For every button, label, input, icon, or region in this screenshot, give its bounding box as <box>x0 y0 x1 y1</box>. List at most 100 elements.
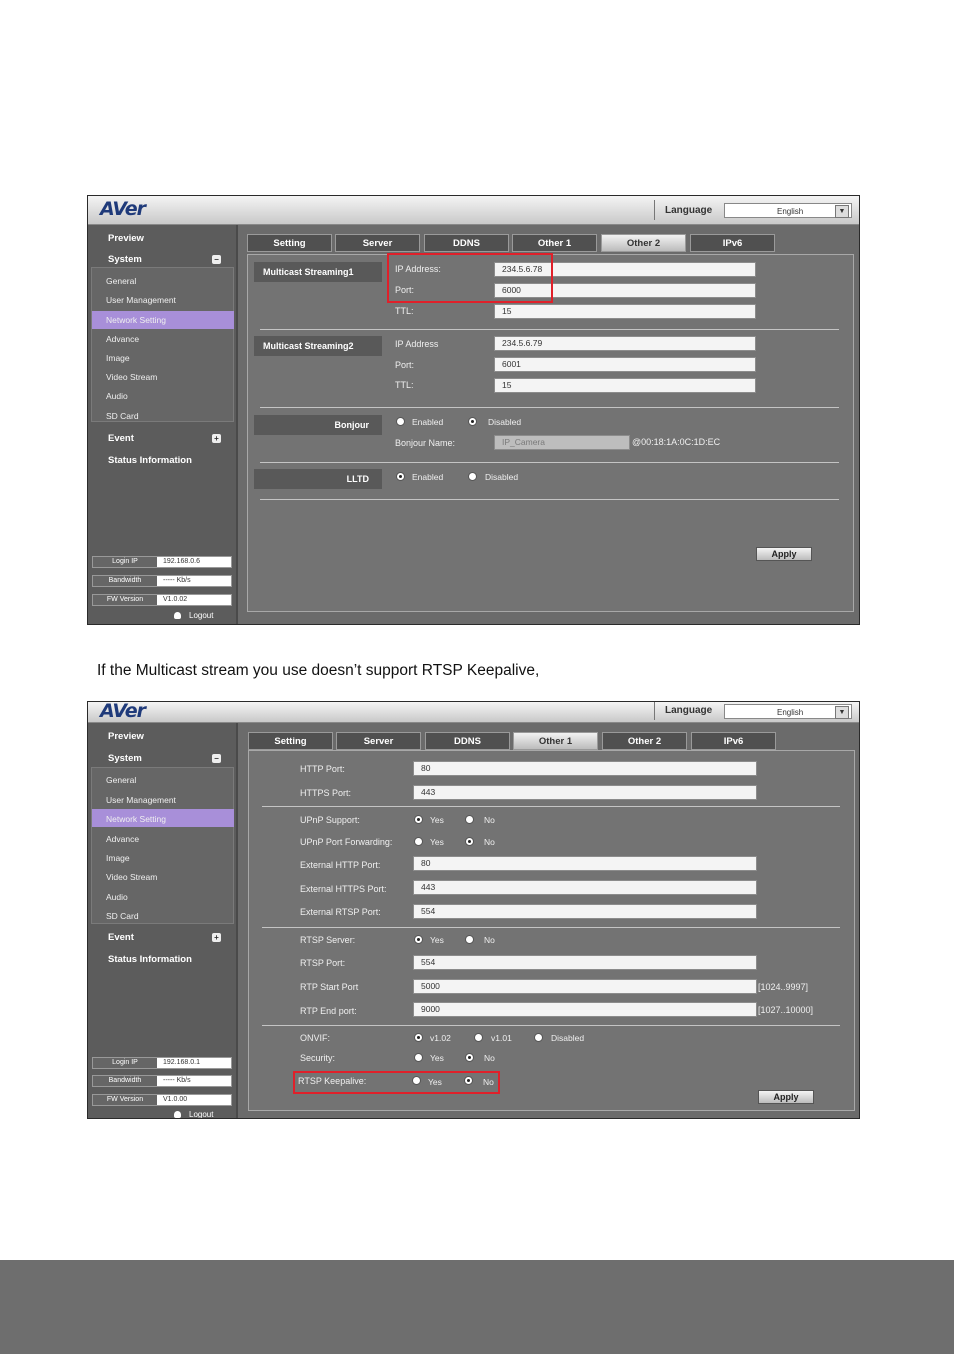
menu-event[interactable]: Event <box>108 932 134 943</box>
menu-preview[interactable]: Preview <box>108 233 144 244</box>
bonjour-label: Bonjour <box>254 415 382 435</box>
apply-button[interactable]: Apply <box>756 547 812 561</box>
rtp-end-port-input[interactable]: 9000 <box>413 1002 757 1017</box>
language-select[interactable]: English ▼ <box>724 203 852 218</box>
ms2-ip-input[interactable]: 234.5.6.79 <box>494 336 756 351</box>
bonjour-enabled-label: Enabled <box>412 417 444 427</box>
tab-other-1[interactable]: Other 1 <box>512 234 597 252</box>
external-rtsp-port-input[interactable]: 554 <box>413 904 757 919</box>
ms2-port-input[interactable]: 6001 <box>494 357 756 372</box>
upnp-fwd-no-radio[interactable] <box>465 837 474 846</box>
lltd-label: LLTD <box>254 469 382 489</box>
rtsp-server-yes-radio[interactable] <box>414 935 423 944</box>
security-no-radio[interactable] <box>465 1053 474 1062</box>
fw-version-value: V1.0.00 <box>163 1096 188 1103</box>
sidebar: Preview System − General User Management… <box>88 225 238 624</box>
collapse-icon[interactable]: − <box>212 255 221 264</box>
menu-status-information[interactable]: Status Information <box>108 455 192 466</box>
submenu-audio[interactable]: Audio <box>106 892 128 902</box>
bonjour-enabled-radio[interactable] <box>396 417 405 426</box>
tab-other-2[interactable]: Other 2 <box>602 732 687 750</box>
ms1-ttl-input[interactable]: 15 <box>494 304 756 319</box>
collapse-icon[interactable]: − <box>212 754 221 763</box>
submenu-audio[interactable]: Audio <box>106 391 128 401</box>
http-port-input[interactable]: 80 <box>413 761 757 776</box>
submenu-sd-card[interactable]: SD Card <box>106 411 139 421</box>
security-yes-radio[interactable] <box>414 1053 423 1062</box>
language-select[interactable]: English ▼ <box>724 704 852 719</box>
onvif-v101-radio[interactable] <box>474 1033 483 1042</box>
onvif-v102-radio[interactable] <box>414 1033 423 1042</box>
screenshot-other2: AVer Language English ▼ Preview System −… <box>87 195 860 625</box>
language-value: English <box>777 207 804 216</box>
fw-version-value: V1.0.02 <box>163 596 188 603</box>
https-port-label: HTTPS Port: <box>300 788 352 798</box>
tab-ipv6[interactable]: IPv6 <box>691 732 776 750</box>
upnp-yes-label: Yes <box>430 815 444 825</box>
chevron-down-icon[interactable]: ▼ <box>835 706 849 719</box>
submenu-user-management[interactable]: User Management <box>106 295 176 305</box>
upnp-yes-radio[interactable] <box>414 815 423 824</box>
tab-ddns[interactable]: DDNS <box>425 732 510 750</box>
upnp-no-radio[interactable] <box>465 815 474 824</box>
rtsp-server-no-radio[interactable] <box>465 935 474 944</box>
rtp-start-port-input[interactable]: 5000 <box>413 979 757 994</box>
menu-event[interactable]: Event <box>108 433 134 444</box>
lltd-disabled-radio[interactable] <box>468 472 477 481</box>
language-value: English <box>777 708 804 717</box>
chevron-down-icon[interactable]: ▼ <box>835 205 849 218</box>
external-http-port-input[interactable]: 80 <box>413 856 757 871</box>
submenu-sd-card[interactable]: SD Card <box>106 911 139 921</box>
tab-server[interactable]: Server <box>336 732 421 750</box>
divider <box>260 407 839 408</box>
submenu-user-management[interactable]: User Management <box>106 795 176 805</box>
tab-ipv6[interactable]: IPv6 <box>690 234 775 252</box>
apply-button[interactable]: Apply <box>758 1090 814 1104</box>
https-port-input[interactable]: 443 <box>413 785 757 800</box>
rtp-start-port-range: [1024..9997] <box>758 982 809 992</box>
onvif-disabled-radio[interactable] <box>534 1033 543 1042</box>
aver-logo: AVer <box>100 198 146 220</box>
security-yes-label: Yes <box>430 1053 444 1063</box>
bonjour-disabled-radio[interactable] <box>468 417 477 426</box>
lltd-enabled-label: Enabled <box>412 472 444 482</box>
bonjour-name-label: Bonjour Name: <box>395 438 456 448</box>
logout-link[interactable]: Logout <box>174 1110 213 1118</box>
menu-system[interactable]: System <box>108 753 142 764</box>
ms1-ttl-label: TTL: <box>395 306 414 316</box>
tab-other-2[interactable]: Other 2 <box>601 234 686 252</box>
logout-link[interactable]: Logout <box>174 611 213 620</box>
submenu-network-setting[interactable]: Network Setting <box>106 814 166 824</box>
user-icon <box>174 612 181 620</box>
bonjour-name-input[interactable]: IP_Camera <box>494 435 630 450</box>
submenu-advance[interactable]: Advance <box>106 334 139 344</box>
tab-setting[interactable]: Setting <box>247 234 332 252</box>
security-label: Security: <box>300 1053 336 1063</box>
ms2-ttl-input[interactable]: 15 <box>494 378 756 393</box>
submenu-general[interactable]: General <box>106 775 136 785</box>
rtsp-server-label: RTSP Server: <box>300 935 356 945</box>
tab-ddns[interactable]: DDNS <box>424 234 509 252</box>
submenu-image[interactable]: Image <box>106 353 130 363</box>
external-https-port-input[interactable]: 443 <box>413 880 757 895</box>
language-label: Language <box>654 200 720 220</box>
submenu-video-stream[interactable]: Video Stream <box>106 372 157 382</box>
submenu-advance[interactable]: Advance <box>106 834 139 844</box>
expand-icon[interactable]: + <box>212 933 221 942</box>
rtsp-port-input[interactable]: 554 <box>413 955 757 970</box>
menu-preview[interactable]: Preview <box>108 731 144 742</box>
lltd-enabled-radio[interactable] <box>396 472 405 481</box>
menu-system[interactable]: System <box>108 254 142 265</box>
tab-setting[interactable]: Setting <box>248 732 333 750</box>
submenu-image[interactable]: Image <box>106 853 130 863</box>
submenu-general[interactable]: General <box>106 276 136 286</box>
expand-icon[interactable]: + <box>212 434 221 443</box>
upnp-fwd-yes-radio[interactable] <box>414 837 423 846</box>
user-icon <box>174 1111 181 1118</box>
tab-server[interactable]: Server <box>335 234 420 252</box>
submenu-video-stream[interactable]: Video Stream <box>106 872 157 882</box>
menu-status-information[interactable]: Status Information <box>108 954 192 965</box>
bonjour-mac-suffix: @00:18:1A:0C:1D:EC <box>632 437 721 447</box>
submenu-network-setting[interactable]: Network Setting <box>106 315 166 325</box>
tab-other-1[interactable]: Other 1 <box>513 732 598 750</box>
